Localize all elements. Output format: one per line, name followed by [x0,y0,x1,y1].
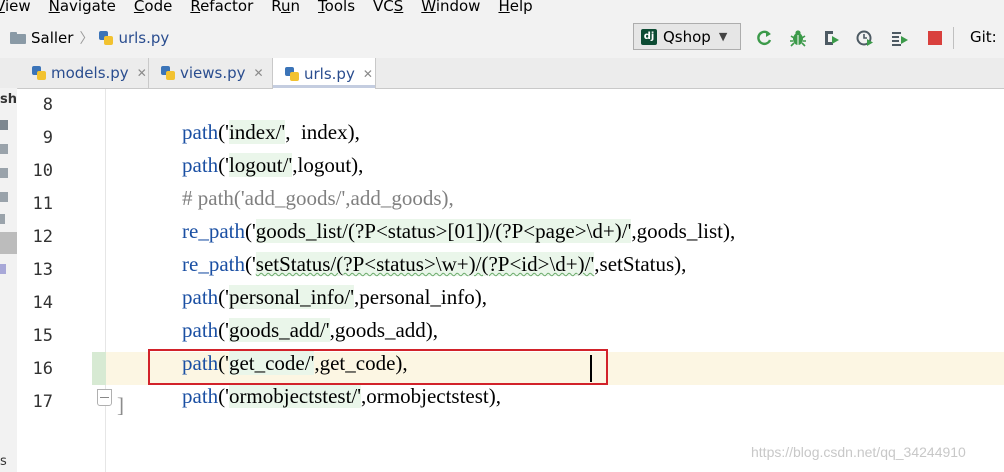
editor-tab-bar: models.py ✕ views.py ✕ urls.py ✕ [0,58,1004,89]
tab-label: urls.py [304,64,355,83]
menu-item-navigate[interactable]: Navigate [40,0,125,16]
debug-icon[interactable] [789,29,807,47]
tree-item-label[interactable]: s [0,454,7,469]
menu-item-code[interactable]: Code [125,0,181,16]
tree-selection[interactable] [0,232,17,254]
toolbar-separator [953,27,954,49]
closing-bracket: ] [117,393,124,417]
text-caret [590,355,592,382]
python-file-icon [99,31,114,45]
tab-label: views.py [180,64,246,82]
tree-item-icon[interactable] [0,192,8,202]
project-root-label[interactable]: sho [0,92,17,107]
tab-label: models.py [51,64,129,82]
watermark: https://blog.csdn.net/qq_34244910 [751,444,966,460]
run-configuration-select[interactable]: dj Qshop ▼ [633,23,741,50]
run-list-icon[interactable] [891,29,909,47]
menu-item-vcs[interactable]: VCS [364,0,412,16]
tree-item-icon[interactable] [0,264,6,274]
tree-item-icon[interactable] [0,120,8,130]
python-file-icon [285,66,299,81]
close-icon[interactable]: ✕ [254,66,264,80]
line-number: 10 [32,161,53,181]
navigation-bar: Saller 〉 urls.py dj Qshop ▼ Git: [0,17,1004,59]
python-file-icon [32,66,46,80]
menu-item-run[interactable]: Run [262,0,309,16]
menu-item-view[interactable]: View [0,0,40,16]
menu-item-help[interactable]: Help [489,0,541,16]
line-number: 14 [32,293,53,313]
tab-models-py[interactable]: models.py ✕ [20,58,149,88]
line-number-gutter[interactable]: 8 9 10 11 12 13 14 15 16 17 [17,89,106,472]
line-number: 13 [32,260,53,280]
line-number: 16 [32,359,53,379]
menu-item-window[interactable]: Window [412,0,489,16]
chevron-down-icon: ▼ [718,30,728,43]
breadcrumb-file[interactable]: urls.py [118,29,169,47]
close-icon[interactable]: ✕ [363,67,373,81]
line-number: 15 [32,326,53,346]
run-configuration-label: Qshop [663,27,711,46]
tree-item-icon[interactable] [0,144,8,154]
rerun-icon[interactable] [756,29,774,47]
breadcrumb-folder[interactable]: Saller [31,29,73,47]
tab-urls-py[interactable]: urls.py ✕ [273,58,376,89]
menu-bar: ViewNavigateCodeRefactorRunToolsVCSWindo… [0,0,1004,17]
git-label: Git: [970,28,997,46]
breadcrumb: Saller 〉 urls.py [10,28,169,48]
highlight-annotation-box [148,349,608,385]
python-file-icon [161,66,175,80]
profile-icon[interactable] [856,29,874,47]
line-number: 9 [42,128,53,148]
change-marker[interactable] [92,352,106,385]
tree-item-icon[interactable] [0,168,8,178]
django-icon: dj [641,28,657,45]
tree-item-icon[interactable] [0,214,5,224]
project-panel-edge: sho s [0,88,18,472]
fold-icon[interactable] [97,389,112,406]
line-number: 11 [32,194,53,214]
line-number: 12 [32,227,53,247]
coverage-icon[interactable] [822,29,840,47]
folder-icon [10,32,26,44]
menu-item-refactor[interactable]: Refactor [181,0,262,16]
close-icon[interactable]: ✕ [137,66,147,80]
breadcrumb-separator-icon: 〉 [79,31,94,47]
menu-item-tools[interactable]: Tools [309,0,364,16]
line-number: 17 [32,392,53,412]
line-number: 8 [42,95,53,115]
tab-views-py[interactable]: views.py ✕ [149,58,273,88]
stop-icon[interactable] [926,29,944,47]
